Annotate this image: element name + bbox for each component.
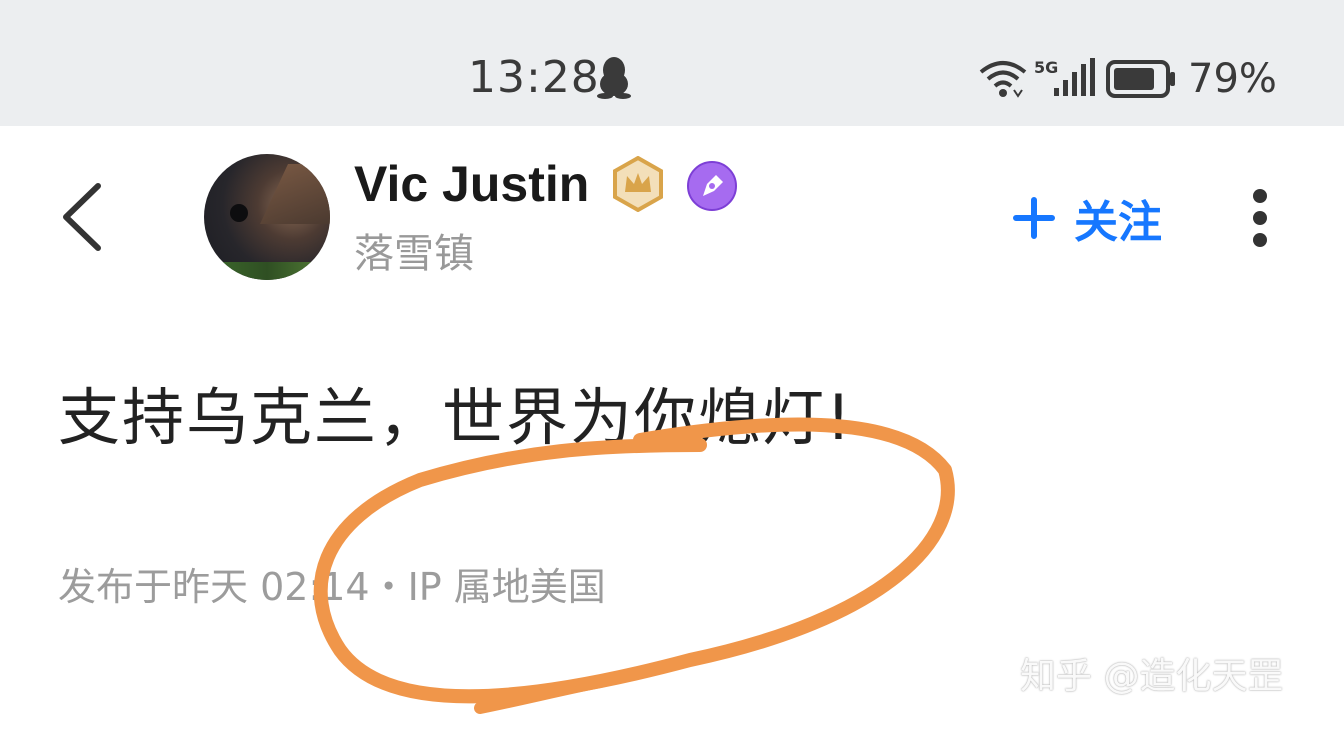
follow-label: 关注 [1074,197,1162,248]
avatar-dot [230,204,248,222]
post-meta: 发布于昨天 02:14・IP 属地美国 [58,565,606,609]
user-name[interactable]: Vic Justin [354,154,589,214]
battery-icon [1106,60,1175,98]
status-bar: 13:28 5G 79% [0,0,1344,126]
user-subtitle: 落雪镇 [354,231,474,277]
wifi-icon [979,61,1027,98]
status-time: 13:28 [468,52,600,103]
follow-button[interactable]: 关注 [1012,190,1162,248]
post-text: 支持乌克兰，世界为你熄灯! [58,381,853,454]
signal-icon [1054,58,1095,96]
avatar-grass [204,262,330,280]
plus-icon [1013,197,1055,239]
qq-penguin-icon [597,57,631,99]
avatar[interactable] [204,154,330,280]
back-icon[interactable] [58,182,104,252]
more-icon[interactable] [1246,188,1274,248]
pen-badge-icon[interactable] [686,160,738,212]
crown-badge-icon[interactable] [610,156,666,212]
battery-percentage: 79% [1188,56,1277,102]
watermark: 知乎 @造化天罡 [1020,656,1284,697]
avatar-roof [260,164,330,224]
